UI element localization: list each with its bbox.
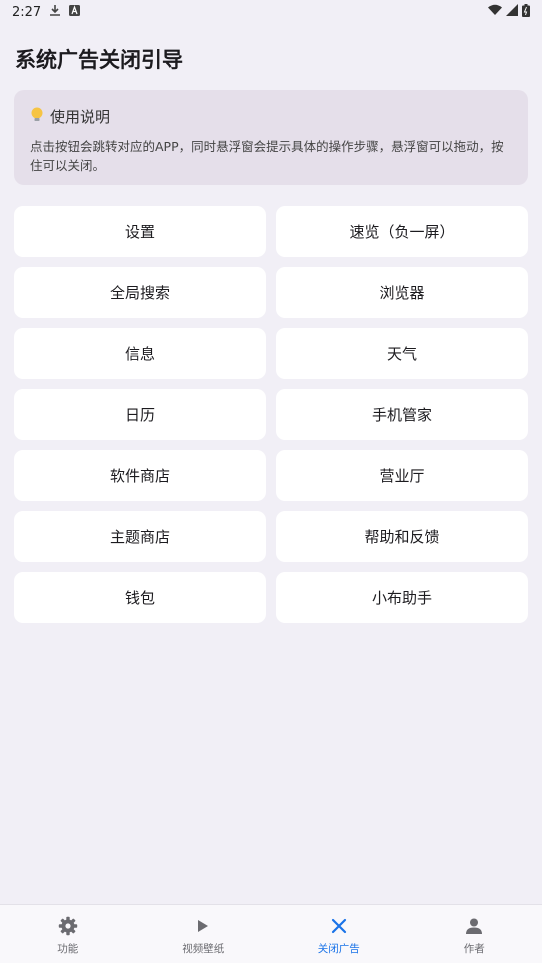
status-right (488, 3, 530, 21)
nav-item-author[interactable]: 作者 (407, 905, 542, 963)
app-store-button[interactable]: 软件商店 (14, 450, 266, 501)
nav-label-author: 作者 (463, 943, 485, 955)
weather-button[interactable]: 天气 (276, 328, 528, 379)
browser-button[interactable]: 浏览器 (276, 267, 528, 318)
play-icon (192, 915, 214, 937)
nav-item-video-wallpaper[interactable]: 视频壁纸 (136, 905, 272, 963)
status-bar: 2:27 (0, 0, 542, 24)
instructions-header: 使用说明 (30, 106, 512, 127)
global-search-button[interactable]: 全局搜索 (14, 267, 266, 318)
service-hall-button[interactable]: 营业厅 (276, 450, 528, 501)
close-icon (328, 915, 350, 937)
status-left: 2:27 (12, 4, 81, 21)
nav-item-features[interactable]: 功能 (0, 905, 136, 963)
help-feedback-button[interactable]: 帮助和反馈 (276, 511, 528, 562)
cellular-signal-icon (506, 4, 518, 20)
download-icon (49, 4, 61, 21)
bottom-navigation: 功能 视频壁纸 关闭广告 作者 (0, 904, 542, 963)
calendar-button[interactable]: 日历 (14, 389, 266, 440)
instructions-text: 点击按钮会跳转对应的APP，同时悬浮窗会提示具体的操作步骤，悬浮窗可以拖动，按住… (30, 139, 504, 173)
app-button-grid: 设置 速览（负一屏） 全局搜索 浏览器 信息 天气 日历 手机管家 软件商店 营… (14, 206, 528, 623)
settings-button[interactable]: 设置 (14, 206, 266, 257)
notification-a-icon (69, 4, 81, 20)
page-title: 系统广告关闭引导 (15, 48, 183, 72)
status-time: 2:27 (12, 4, 42, 20)
gear-icon (57, 915, 79, 937)
instructions-card: 使用说明 点击按钮会跳转对应的APP，同时悬浮窗会提示具体的操作步骤，悬浮窗可以… (14, 90, 528, 185)
nav-label-video-wallpaper: 视频壁纸 (182, 943, 225, 955)
nav-label-close-ads: 关闭广告 (317, 943, 360, 955)
wallet-button[interactable]: 钱包 (14, 572, 266, 623)
nav-label-features: 功能 (57, 943, 79, 955)
quick-view-button[interactable]: 速览（负一屏） (276, 206, 528, 257)
battery-icon (522, 3, 530, 21)
nav-item-close-ads[interactable]: 关闭广告 (271, 905, 407, 963)
lightbulb-icon (30, 107, 44, 127)
theme-store-button[interactable]: 主题商店 (14, 511, 266, 562)
wifi-icon (488, 4, 502, 20)
breeno-assistant-button[interactable]: 小布助手 (276, 572, 528, 623)
messages-button[interactable]: 信息 (14, 328, 266, 379)
person-icon (463, 915, 485, 937)
phone-manager-button[interactable]: 手机管家 (276, 389, 528, 440)
instructions-title: 使用说明 (50, 108, 111, 126)
